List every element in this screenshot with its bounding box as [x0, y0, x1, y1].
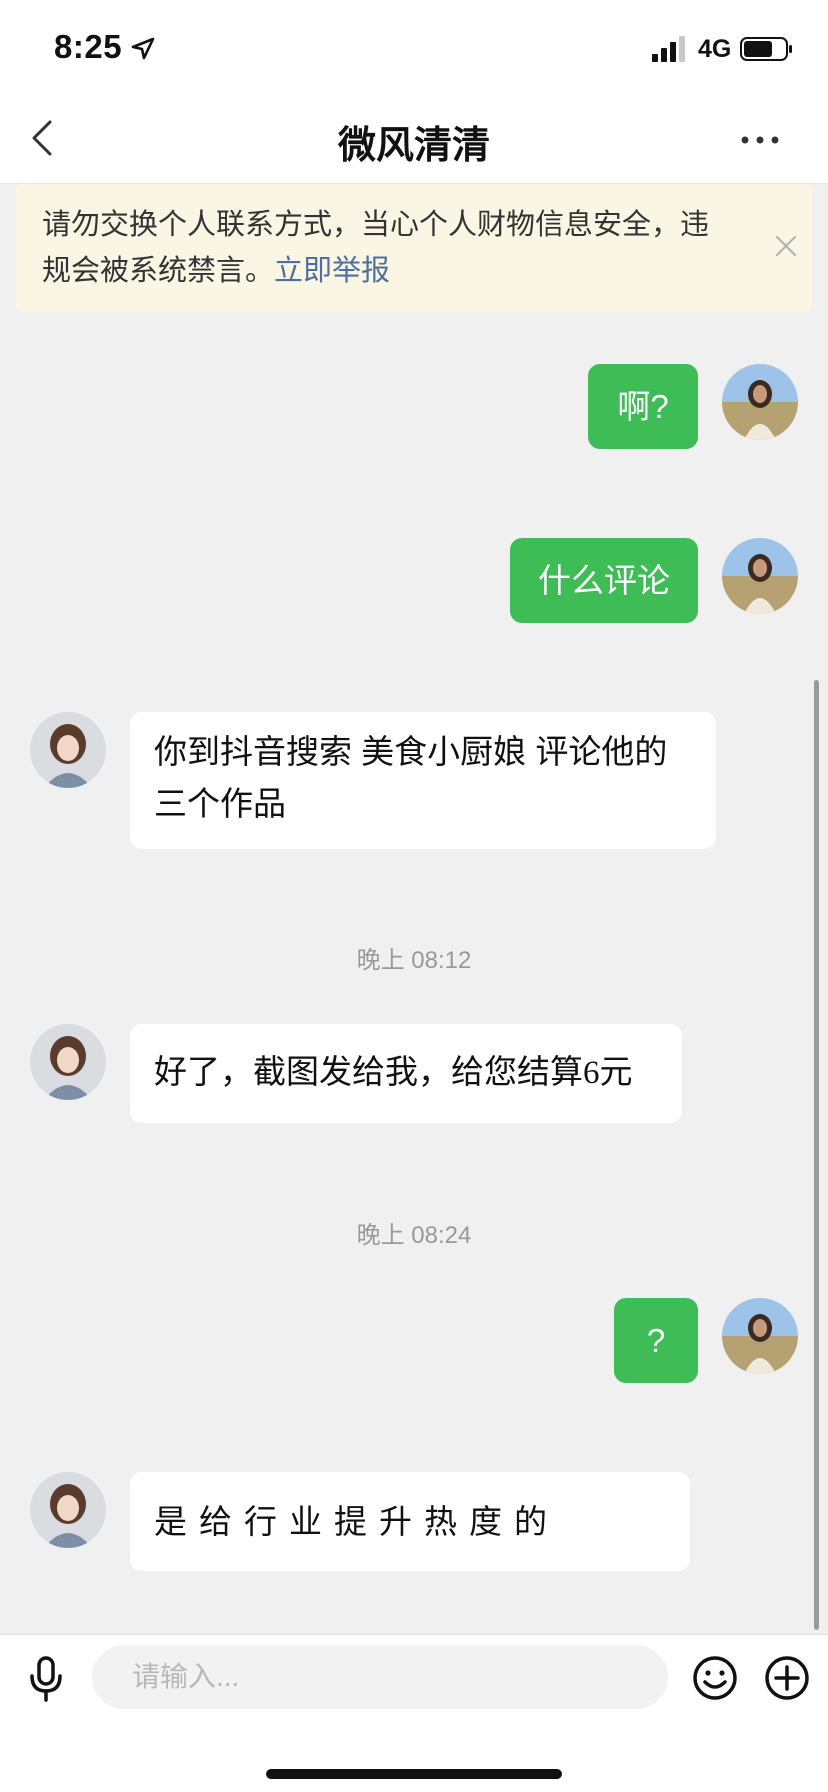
message-text: 你到抖音搜索 美食小厨娘 评论他的三个作品: [154, 733, 668, 822]
avatar[interactable]: [30, 1472, 106, 1548]
message-text: ?: [646, 1322, 666, 1359]
message-input[interactable]: [92, 1645, 668, 1709]
message-bubble-incoming[interactable]: 好了，截图发给我，给您结算6元: [130, 1024, 682, 1123]
timestamp: 晚上 08:24: [356, 1222, 472, 1249]
message-bubble-outgoing[interactable]: 啊?: [588, 364, 698, 449]
avatar[interactable]: [30, 1024, 106, 1100]
message-bubble-incoming[interactable]: 你到抖音搜索 美食小厨娘 评论他的三个作品: [130, 712, 716, 849]
input-bar: [0, 1634, 828, 1792]
signal-icon: [652, 36, 685, 62]
nav-bar: 微风清清: [0, 92, 828, 184]
home-indicator: [266, 1769, 562, 1779]
microphone-icon[interactable]: [26, 1655, 66, 1703]
message-text: 什么评论: [538, 562, 670, 599]
message-bubble-outgoing[interactable]: 什么评论: [510, 538, 698, 623]
battery-icon: [740, 37, 792, 61]
chat-scrollbar[interactable]: [814, 680, 819, 1630]
message-bubble-outgoing[interactable]: ?: [614, 1298, 698, 1383]
timestamp: 晚上 08:12: [356, 947, 472, 974]
message-text: 是给行业提升热度的: [154, 1503, 559, 1540]
chat-title: 微风清清: [337, 125, 490, 167]
more-dots-icon[interactable]: [740, 134, 780, 146]
avatar[interactable]: [722, 1298, 798, 1374]
status-time: 8:25: [54, 28, 123, 65]
message-bubble-incoming[interactable]: 是给行业提升热度的: [130, 1472, 690, 1571]
avatar[interactable]: [30, 712, 106, 788]
report-link[interactable]: 立即举报: [274, 255, 390, 287]
avatar[interactable]: [722, 364, 798, 440]
emoji-icon[interactable]: [692, 1655, 738, 1701]
notice-text: 请勿交换个人联系方式，当心个人财物信息安全，违规会被系统禁言。立即举报: [42, 202, 722, 294]
close-icon[interactable]: [774, 234, 798, 258]
network-label: 4G: [698, 35, 732, 63]
status-bar: 8:25 4G: [0, 0, 828, 92]
avatar[interactable]: [722, 538, 798, 614]
location-arrow-icon: [131, 37, 155, 60]
plus-icon[interactable]: [764, 1655, 810, 1701]
message-text: 啊?: [617, 388, 669, 425]
safety-notice: 请勿交换个人联系方式，当心个人财物信息安全，违规会被系统禁言。立即举报: [16, 184, 812, 312]
message-text: 好了，截图发给我，给您结算6元: [154, 1055, 633, 1091]
